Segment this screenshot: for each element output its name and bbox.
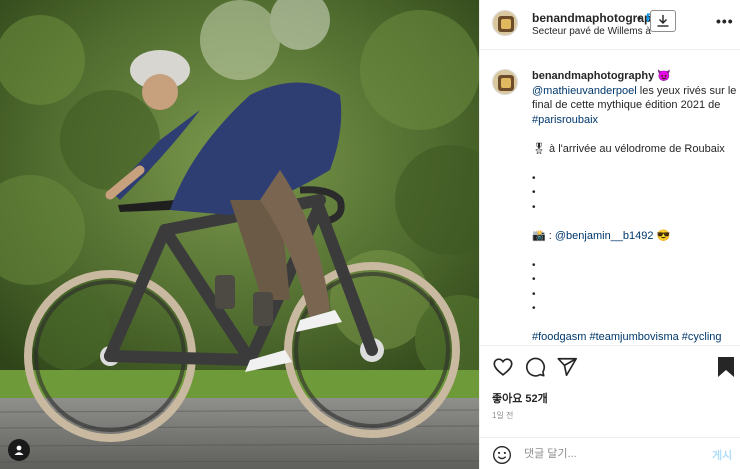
caption-bullet bbox=[532, 272, 738, 287]
user-tag-icon[interactable] bbox=[8, 439, 30, 461]
caption-bullet bbox=[532, 171, 738, 186]
avatar[interactable] bbox=[492, 10, 518, 36]
caption-credit-line: 📸 : @benjamin__b1492 😎 bbox=[532, 229, 738, 244]
caption-text-1: les yeux rivés sur le bbox=[636, 84, 737, 97]
caption-username[interactable]: benandmaphotography bbox=[532, 70, 654, 82]
more-options-button[interactable]: ••• bbox=[716, 13, 734, 29]
caption-arrival-text: à l'arrivée au vélodrome de Roubaix 🏻 bbox=[549, 142, 740, 155]
avatar-image bbox=[493, 70, 517, 94]
cyclist-photo-illustration bbox=[0, 0, 479, 469]
avatar-image bbox=[493, 11, 517, 35]
bookmark-icon[interactable] bbox=[716, 356, 738, 378]
caption-line-1: @mathieuvanderpoel les yeux rivés sur le bbox=[532, 84, 738, 99]
paper-plane-icon[interactable] bbox=[556, 356, 578, 378]
caption-bullet bbox=[532, 200, 738, 215]
caption-bullet bbox=[532, 258, 738, 273]
caption-arrival-line: 🎖 à l'arrivée au vélodrome de Roubaix 🏻 bbox=[532, 142, 740, 157]
camera-emoji: 📸 bbox=[532, 229, 546, 242]
hashtag-link[interactable]: #parisroubaix bbox=[532, 114, 598, 126]
caption-avatar[interactable] bbox=[492, 69, 518, 95]
user-tag-glyph bbox=[14, 445, 24, 455]
caption-body: benandmaphotography 😈 @mathieuvanderpoel… bbox=[532, 69, 740, 345]
comment-input[interactable] bbox=[524, 444, 694, 464]
caption-credit-label: : bbox=[545, 229, 555, 242]
header-dot: • bbox=[637, 11, 642, 25]
post-side-panel: benandmaphotograp • F Secteur pavé de Wi… bbox=[479, 0, 740, 469]
caption-bullet bbox=[532, 287, 738, 302]
smiley-glyph bbox=[493, 446, 511, 464]
share-glyph bbox=[557, 357, 577, 377]
post-header: benandmaphotograp • F Secteur pavé de Wi… bbox=[480, 0, 740, 50]
caption-bullet bbox=[532, 301, 738, 316]
smiley-icon[interactable] bbox=[492, 445, 512, 465]
caption-line-3: #parisroubaix bbox=[532, 113, 738, 128]
caption-hashtags[interactable]: #foodgasm #teamjumbovisma #cycling bbox=[532, 330, 738, 345]
download-button[interactable] bbox=[650, 10, 676, 32]
post-comment-button[interactable]: 게시 bbox=[712, 447, 732, 463]
download-icon bbox=[657, 15, 669, 27]
caption-bullet bbox=[532, 185, 738, 200]
caption-section: benandmaphotography 😈 @mathieuvanderpoel… bbox=[480, 52, 740, 345]
comment-glyph bbox=[526, 357, 546, 377]
heart-icon[interactable] bbox=[492, 356, 514, 378]
comment-box: 게시 bbox=[480, 437, 740, 469]
medal-emoji: 🎖 bbox=[532, 142, 546, 155]
location-link[interactable]: Secteur pavé de Willems à Hem bbox=[532, 26, 652, 37]
caption-author-line: benandmaphotography 😈 bbox=[532, 69, 738, 84]
post-actions: 좋아요 52개 1일 전 bbox=[480, 345, 740, 443]
mention-link[interactable]: @mathieuvanderpoel bbox=[532, 85, 637, 97]
caption-text-2: final de cette mythique édition 2021 de bbox=[532, 99, 721, 111]
header-username[interactable]: benandmaphotograp bbox=[532, 11, 651, 25]
bookmark-glyph bbox=[718, 357, 734, 377]
post-time: 1일 전 bbox=[492, 411, 514, 420]
caption-credit-tail: 😎 bbox=[653, 229, 671, 242]
likes-count[interactable]: 좋아요 52개 bbox=[492, 390, 548, 406]
post-photo[interactable] bbox=[0, 0, 479, 469]
comment-bubble-icon[interactable] bbox=[524, 356, 546, 378]
heart-glyph bbox=[493, 358, 513, 376]
caption-username-emoji: 😈 bbox=[657, 70, 671, 82]
credit-mention-link[interactable]: @benjamin__b1492 bbox=[555, 230, 654, 242]
